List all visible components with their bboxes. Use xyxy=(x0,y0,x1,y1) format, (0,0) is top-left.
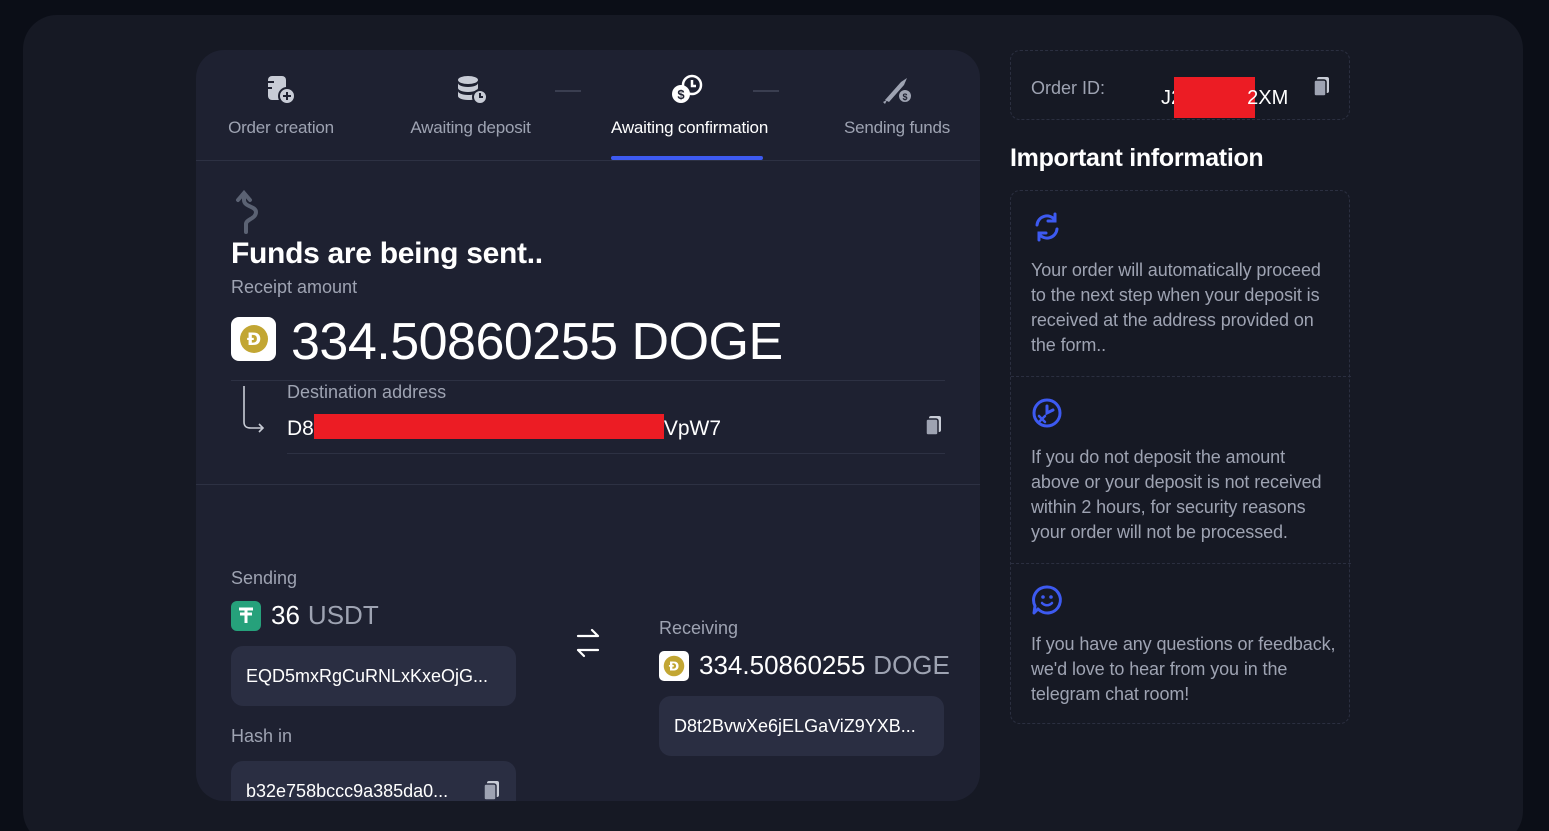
step-label: Order creation xyxy=(228,118,334,137)
sending-address-field[interactable]: EQD5mxRgCuRNLxKxeOjG... xyxy=(231,646,516,706)
destination-address-suffix: VpW7 xyxy=(663,417,722,440)
exchange-card: Order creation Awaiting deposit $ Awaiti… xyxy=(196,50,980,801)
sending-amount: 36 USDT xyxy=(231,600,379,631)
divider xyxy=(1011,563,1351,564)
divider xyxy=(231,380,945,381)
destination-address[interactable]: D8 VpW7 xyxy=(287,414,721,441)
redaction-box xyxy=(313,414,664,439)
order-id-suffix: 2XM xyxy=(1247,87,1289,109)
sending-address: EQD5mxRgCuRNLxKxeOjG... xyxy=(246,665,489,686)
info-text: Your order will automatically proceed to… xyxy=(1031,260,1321,355)
status-title: Funds are being sent.. xyxy=(231,237,543,270)
active-step-indicator xyxy=(611,156,763,160)
clock-cancel-icon xyxy=(1032,398,1062,428)
sending-currency: USDT xyxy=(307,600,379,630)
coins-clock-icon xyxy=(457,76,488,105)
receiving-amount: Ð 334.50860255 DOGE xyxy=(659,650,950,681)
receiving-value: 334.50860255 xyxy=(699,650,866,680)
order-creation-icon xyxy=(266,76,296,105)
rocket-dollar-icon: $ xyxy=(883,78,911,104)
copy-icon[interactable] xyxy=(483,780,501,801)
receiving-currency: DOGE xyxy=(873,650,950,680)
svg-text:Ð: Ð xyxy=(669,658,679,673)
sending-value: 36 xyxy=(271,600,300,630)
info-text: If you have any questions or feedback, w… xyxy=(1031,634,1336,704)
important-info-box: Your order will automatically proceed to… xyxy=(1010,190,1351,724)
hash-in-label: Hash in xyxy=(231,726,293,746)
receiving-address-field[interactable]: D8t2BvwXe6jELGaViZ9YXB... xyxy=(659,696,944,756)
order-id-value[interactable]: J2 2XM xyxy=(1161,77,1288,118)
step-awaiting-deposit[interactable]: Awaiting deposit xyxy=(408,72,533,138)
return-arrow-icon xyxy=(243,386,265,433)
doge-badge: Ð xyxy=(659,650,689,681)
order-id-label: Order ID: xyxy=(1031,78,1106,98)
receiving-address: D8t2BvwXe6jELGaViZ9YXB... xyxy=(674,715,916,736)
receipt-amount: 334.50860255 DOGE xyxy=(291,313,783,371)
step-order-creation[interactable]: Order creation xyxy=(226,72,336,138)
divider xyxy=(287,453,945,454)
chat-smile-icon xyxy=(1032,585,1062,615)
step-separator xyxy=(555,90,581,92)
progress-steps: Order creation Awaiting deposit $ Awaiti… xyxy=(196,50,980,161)
swap-details: Sending 36 USDT EQD5mxRgCuRNLxKxeOjG... … xyxy=(196,486,980,801)
redaction-box xyxy=(1174,77,1256,118)
destination-label: Destination address xyxy=(287,382,447,402)
divider xyxy=(1011,376,1351,377)
dollar-clock-icon: $ xyxy=(672,74,703,103)
step-label: Awaiting confirmation xyxy=(611,118,769,137)
usdt-icon xyxy=(231,600,261,631)
copy-icon[interactable] xyxy=(925,415,943,437)
step-label: Sending funds xyxy=(843,118,951,137)
curved-arrow-icon xyxy=(236,190,259,234)
refresh-icon xyxy=(1035,212,1059,242)
doge-icon: Ð xyxy=(663,655,685,676)
step-sending-funds[interactable]: $ Sending funds xyxy=(842,72,952,138)
status-section: Funds are being sent.. Receipt amount Ð … xyxy=(196,162,980,485)
doge-icon: Ð xyxy=(239,325,268,353)
receiving-label: Receiving xyxy=(659,618,739,638)
step-label: Awaiting deposit xyxy=(410,118,531,137)
swap-arrows-icon[interactable] xyxy=(574,626,602,660)
sending-label: Sending xyxy=(231,568,298,588)
svg-text:Ð: Ð xyxy=(246,330,260,350)
hash-in-field[interactable]: b32e758bccc9a385da0... xyxy=(231,761,516,801)
destination-address-prefix: D8 xyxy=(287,417,314,440)
doge-badge: Ð xyxy=(231,317,276,361)
receipt-amount-label: Receipt amount xyxy=(231,277,358,297)
svg-text:$: $ xyxy=(677,87,685,102)
info-text: If you do not deposit the amount above o… xyxy=(1031,447,1322,542)
order-id-box: Order ID: J2 2XM xyxy=(1010,50,1350,120)
step-awaiting-confirmation[interactable]: $ Awaiting confirmation xyxy=(611,72,769,138)
important-info-title: Important information xyxy=(1010,144,1264,172)
copy-icon[interactable] xyxy=(1313,76,1331,98)
svg-text:$: $ xyxy=(902,92,907,102)
hash-in-value: b32e758bccc9a385da0... xyxy=(246,780,449,801)
